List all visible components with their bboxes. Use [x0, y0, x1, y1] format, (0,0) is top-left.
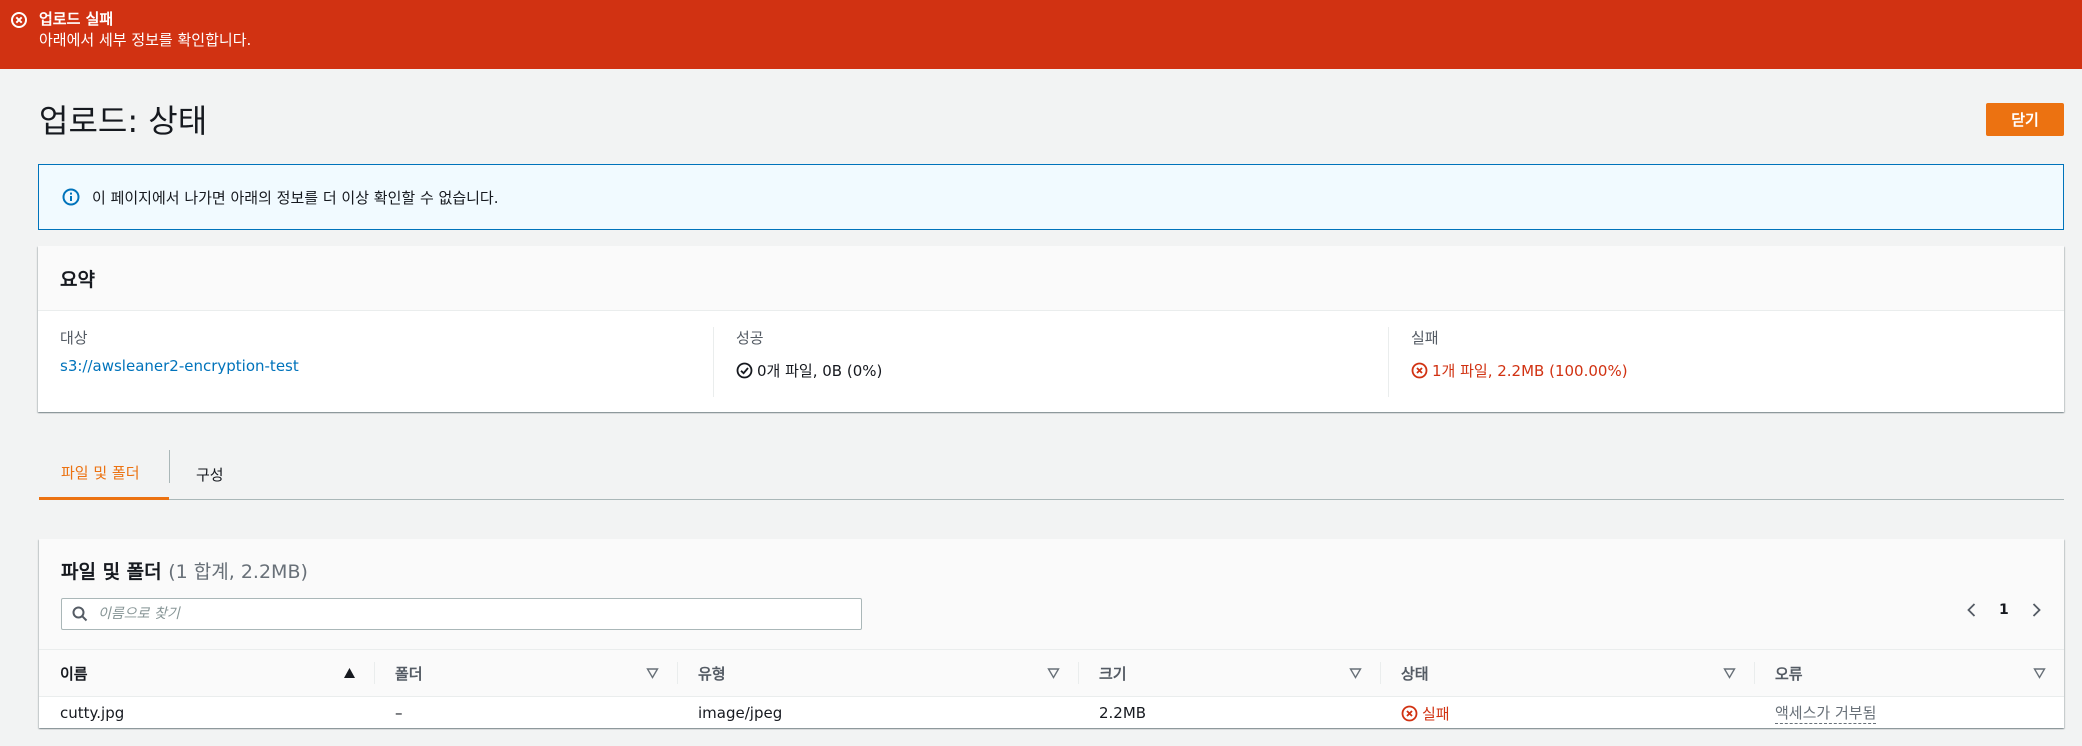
info-alert: 이 페이지에서 나가면 아래의 정보를 더 이상 확인할 수 없습니다.: [38, 164, 2064, 230]
column-label: 오류: [1775, 664, 1803, 683]
sort-unsorted-icon: [2033, 668, 2046, 679]
column-header-error[interactable]: 오류: [1754, 650, 2064, 696]
column-header-size[interactable]: 크기: [1078, 650, 1380, 696]
status-text: 실패: [1422, 704, 1450, 723]
chevron-left-icon[interactable]: [1963, 601, 1981, 619]
column-label: 상태: [1401, 664, 1429, 683]
table-header: 이름 폴더 유형 크기 상태 오류: [39, 649, 2064, 697]
cell-error: 액세스가 거부됨: [1754, 702, 2064, 724]
files-count: (1 합계, 2.2MB): [168, 561, 308, 583]
tab-configuration[interactable]: 구성: [170, 448, 260, 500]
summary-target: 대상 s3://awsleaner2-encryption-test: [38, 327, 713, 397]
success-check-icon: [736, 362, 753, 379]
search-icon: [72, 606, 88, 622]
chevron-right-icon[interactable]: [2027, 601, 2045, 619]
failure-label: 실패: [1411, 329, 1439, 347]
target-link[interactable]: s3://awsleaner2-encryption-test: [60, 357, 299, 375]
cell-size: 2.2MB: [1099, 704, 1147, 722]
search-input[interactable]: [98, 606, 861, 622]
summary-success: 성공 0개 파일, 0B (0%): [713, 327, 1388, 397]
success-value: 0개 파일, 0B (0%): [757, 362, 883, 380]
files-panel-header: 파일 및 폴더 (1 합계, 2.2MB) 1: [39, 539, 2064, 649]
sort-unsorted-icon: [1349, 668, 1362, 679]
flash-error-banner: 업로드 실패 아래에서 세부 정보를 확인합니다.: [0, 0, 2082, 69]
column-header-type[interactable]: 유형: [677, 650, 1078, 696]
success-value-row: 0개 파일, 0B (0%): [736, 360, 1388, 381]
column-label: 폴더: [395, 664, 423, 683]
cell-folder: –: [395, 704, 403, 722]
tab-bar: 파일 및 폴더 구성: [39, 448, 2064, 500]
error-circle-icon: [11, 12, 27, 28]
table-row: cutty.jpg – image/jpeg 2.2MB 실패 액세스가 거부됨: [39, 697, 2064, 729]
summary-panel: 요약 대상 s3://awsleaner2-encryption-test 성공…: [38, 246, 2064, 412]
close-button[interactable]: 닫기: [1986, 103, 2064, 136]
column-label: 크기: [1099, 664, 1127, 683]
flash-title: 업로드 실패: [39, 10, 114, 28]
cell-status: 실패: [1380, 703, 1754, 724]
column-label: 유형: [698, 664, 726, 683]
failure-value: 1개 파일, 2.2MB (100.00%): [1432, 362, 1628, 380]
cell-type: image/jpeg: [698, 704, 783, 722]
column-header-status[interactable]: 상태: [1380, 650, 1754, 696]
error-text[interactable]: 액세스가 거부됨: [1775, 702, 1877, 724]
summary-title: 요약: [38, 246, 2064, 311]
error-circle-icon: [1411, 362, 1428, 379]
sort-unsorted-icon: [646, 668, 659, 679]
pagination: 1: [1963, 601, 2045, 619]
sort-unsorted-icon: [1047, 668, 1060, 679]
success-label: 성공: [736, 329, 764, 347]
target-label: 대상: [60, 329, 88, 347]
column-header-name[interactable]: 이름: [39, 650, 374, 696]
failure-value-row: 1개 파일, 2.2MB (100.00%): [1411, 360, 2063, 381]
info-circle-icon: [62, 188, 80, 206]
info-alert-text: 이 페이지에서 나가면 아래의 정보를 더 이상 확인할 수 없습니다.: [92, 188, 499, 207]
tab-files-and-folders[interactable]: 파일 및 폴더: [39, 448, 169, 500]
cell-name: cutty.jpg: [60, 704, 125, 722]
column-header-folder[interactable]: 폴더: [374, 650, 677, 696]
sort-ascending-icon: [344, 668, 355, 678]
summary-failure: 실패 1개 파일, 2.2MB (100.00%): [1388, 327, 2063, 397]
files-title: 파일 및 폴더: [61, 561, 162, 583]
page-title: 업로드: 상태: [39, 102, 208, 140]
files-title-row: 파일 및 폴더 (1 합계, 2.2MB): [61, 557, 308, 584]
sort-unsorted-icon: [1723, 668, 1736, 679]
page-number[interactable]: 1: [1999, 602, 2009, 618]
files-panel: 파일 및 폴더 (1 합계, 2.2MB) 1 이름: [39, 539, 2064, 728]
search-box[interactable]: [61, 598, 862, 630]
column-label: 이름: [60, 664, 88, 683]
flash-message: 아래에서 세부 정보를 확인합니다.: [39, 31, 252, 49]
error-circle-icon: [1401, 705, 1418, 721]
